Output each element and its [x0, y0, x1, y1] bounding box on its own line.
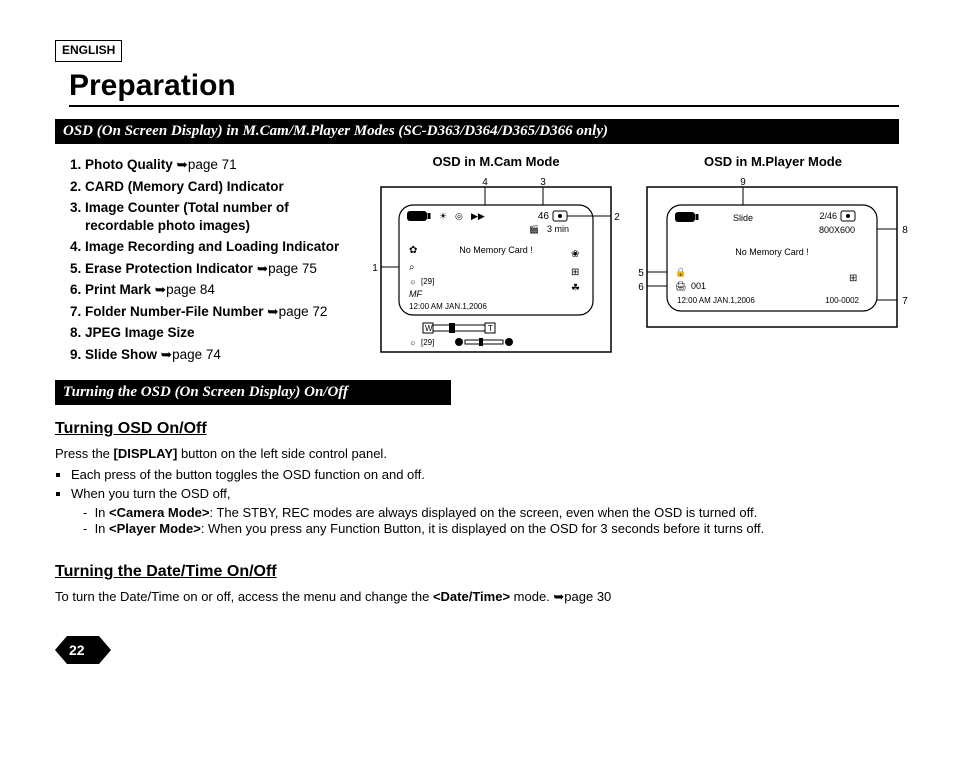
legend-item-7: Folder Number-File Number ➥page 72 — [85, 303, 355, 321]
svg-text:7: 7 — [902, 296, 908, 307]
legend-item-3: Image Counter (Total number of recordabl… — [85, 199, 355, 234]
legend-item-5: Erase Protection Indicator ➥page 75 — [85, 260, 355, 278]
svg-text:3 min: 3 min — [547, 224, 569, 234]
legend-item-6: Print Mark ➥page 84 — [85, 281, 355, 299]
svg-text:6: 6 — [638, 282, 644, 293]
language-label: ENGLISH — [55, 40, 122, 62]
legend-item-2: CARD (Memory Card) Indicator — [85, 178, 355, 196]
svg-text:[29]: [29] — [421, 338, 434, 347]
svg-text:Slide: Slide — [733, 213, 753, 223]
svg-text:❀: ❀ — [571, 249, 579, 260]
svg-text:No Memory Card !: No Memory Card ! — [735, 247, 809, 257]
svg-text:4: 4 — [482, 177, 488, 188]
svg-text:☀: ☀ — [439, 211, 447, 221]
legend-item-8: JPEG Image Size — [85, 324, 355, 342]
svg-text:100-0002: 100-0002 — [825, 296, 859, 305]
osd-dash-2: - In <Player Mode>: When you press any F… — [83, 521, 899, 538]
subsection-osd-onoff: Turning OSD On/Off — [55, 419, 899, 440]
osd-bullet-1: Each press of the button toggles the OSD… — [71, 467, 899, 484]
svg-text:46: 46 — [538, 211, 550, 222]
svg-text:☼: ☼ — [409, 277, 416, 286]
svg-text:W: W — [425, 324, 433, 333]
osd-intro: Press the [DISPLAY] button on the left s… — [55, 446, 899, 463]
legend-item-1: Photo Quality ➥page 71 — [85, 156, 355, 174]
svg-text:T: T — [488, 324, 493, 333]
figure-mplayer-svg: Slide 2/46 800X600 No Memory Card ! 🔒 🖨 … — [633, 177, 913, 332]
svg-text:3: 3 — [540, 177, 546, 188]
figure-mplayer-title: OSD in M.Player Mode — [633, 154, 913, 171]
section-bar-osd-modes: OSD (On Screen Display) in M.Cam/M.Playe… — [55, 119, 899, 145]
subsection-datetime: Turning the Date/Time On/Off — [55, 562, 899, 583]
legend-item-4: Image Recording and Loading Indicator — [85, 238, 355, 256]
svg-text:2/46: 2/46 — [819, 211, 837, 221]
legend-item-9: Slide Show ➥page 74 — [85, 346, 355, 364]
svg-text:8: 8 — [902, 225, 908, 236]
osd-legend-list: Photo Quality ➥page 71 CARD (Memory Card… — [55, 156, 355, 363]
svg-text:800X600: 800X600 — [819, 225, 855, 235]
figure-mcam-title: OSD in M.Cam Mode — [371, 154, 621, 171]
svg-text:◎: ◎ — [455, 211, 463, 221]
datetime-body: To turn the Date/Time on or off, access … — [55, 589, 899, 606]
svg-text:9: 9 — [740, 177, 746, 188]
osd-bullets: Each press of the button toggles the OSD… — [71, 467, 899, 503]
figure-mcam-svg: ☀ ◎ ▶▶ 46 🎬 3 min No Memory Card ! ✿ ⌕ ☼… — [371, 177, 621, 357]
svg-text:✿: ✿ — [409, 245, 417, 256]
svg-text:No Memory Card !: No Memory Card ! — [459, 245, 533, 255]
legend-column: Photo Quality ➥page 71 CARD (Memory Card… — [55, 152, 355, 367]
content-columns: Photo Quality ➥page 71 CARD (Memory Card… — [55, 152, 899, 367]
svg-text:⊞: ⊞ — [571, 267, 579, 278]
svg-text:☼: ☼ — [409, 338, 416, 347]
svg-text:▶▶: ▶▶ — [471, 211, 485, 221]
svg-text:[29]: [29] — [421, 277, 434, 286]
svg-text:MF: MF — [409, 289, 422, 299]
osd-bullet-2: When you turn the OSD off, — [71, 486, 899, 503]
osd-dash-1: - In <Camera Mode>: The STBY, REC modes … — [83, 505, 899, 522]
svg-text:⌕: ⌕ — [409, 262, 415, 273]
page-title: Preparation — [69, 66, 899, 107]
svg-text:12:00 AM JAN.1,2006: 12:00 AM JAN.1,2006 — [409, 302, 487, 311]
svg-text:🔒: 🔒 — [675, 267, 686, 277]
figure-mcam: OSD in M.Cam Mode ☀ ◎ ▶▶ 46 🎬 3 min — [371, 152, 621, 357]
figures-column: OSD in M.Cam Mode ☀ ◎ ▶▶ 46 🎬 3 min — [371, 152, 913, 357]
svg-text:2: 2 — [614, 212, 620, 223]
svg-text:5: 5 — [638, 268, 644, 279]
svg-text:☘: ☘ — [571, 283, 580, 294]
svg-text:1: 1 — [372, 263, 378, 274]
page-number: 22 — [55, 636, 111, 664]
svg-text:12:00 AM JAN.1,2006: 12:00 AM JAN.1,2006 — [677, 296, 755, 305]
svg-text:🎬: 🎬 — [529, 224, 539, 234]
figure-mplayer: OSD in M.Player Mode Slide 2/46 800X600 … — [633, 152, 913, 332]
svg-text:⊞: ⊞ — [849, 273, 857, 284]
svg-text:🖨: 🖨 — [675, 281, 686, 291]
svg-text:001: 001 — [691, 281, 706, 291]
section-bar-onoff: Turning the OSD (On Screen Display) On/O… — [55, 380, 451, 406]
